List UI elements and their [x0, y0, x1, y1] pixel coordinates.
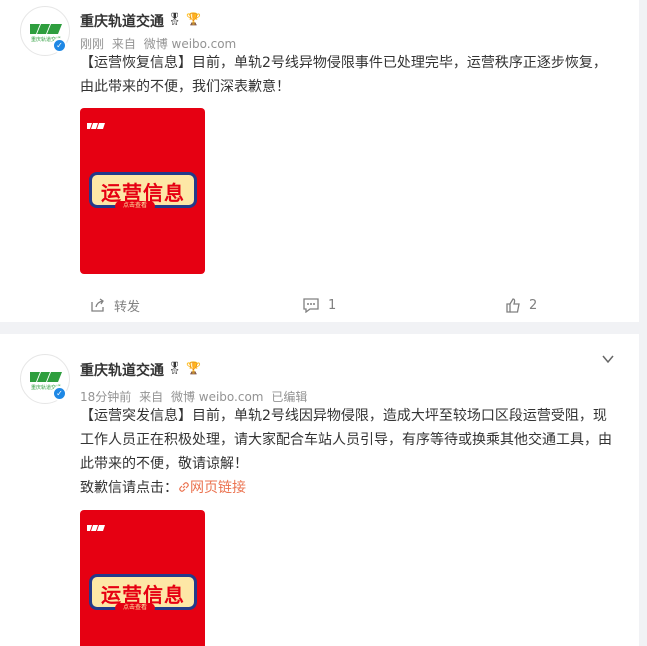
- comment-icon: [303, 298, 319, 313]
- fan-badge-icon[interactable]: 🏆: [186, 361, 201, 375]
- edited-label[interactable]: 已编辑: [271, 390, 307, 404]
- fan-badge-icon[interactable]: 🏆: [186, 12, 201, 26]
- web-link[interactable]: 网页链接: [178, 480, 246, 496]
- post-source[interactable]: 微博 weibo.com: [171, 390, 264, 404]
- post-text: 【运营恢复信息】目前，单轨2号线异物侵限事件已处理完毕，运营秩序正逐步恢复，由此…: [80, 55, 607, 95]
- link-icon: [179, 482, 189, 492]
- source-prefix: 来自: [111, 37, 136, 51]
- post-meta: 18分钟前 来自 微博 weibo.com 已编辑: [80, 388, 311, 405]
- verified-badge-icon: ✓: [52, 38, 67, 53]
- repost-icon: [91, 298, 104, 312]
- feed-card-1: 重庆轨道交通 ✓ 重庆轨道交通 🎖 🏆 刚刚 来自 微博 weibo.com 【…: [0, 0, 639, 322]
- source-prefix: 来自: [139, 390, 164, 404]
- verified-badge-icon: ✓: [52, 386, 67, 401]
- comment-count: 1: [328, 297, 337, 313]
- author-name[interactable]: 重庆轨道交通: [80, 11, 164, 31]
- author-name[interactable]: 重庆轨道交通: [80, 360, 164, 380]
- link-prefix: 致歉信请点击：: [80, 480, 178, 496]
- post-image[interactable]: 运营信息 点击查看: [80, 510, 205, 646]
- repost-label: 转发: [114, 299, 141, 315]
- like-count: 2: [529, 297, 538, 313]
- chevron-down-icon[interactable]: [601, 352, 615, 366]
- vip-badge-icon[interactable]: 🎖: [167, 361, 182, 375]
- post-text: 【运营突发信息】目前，单轨2号线因异物侵限，造成大坪至较场口区段运营受阻，现 工…: [80, 404, 620, 500]
- post-text-line: 【运营突发信息】目前，单轨2号线因异物侵限，造成大坪至较场口区段运营受阻，现: [80, 408, 607, 424]
- image-tag: 点击查看: [115, 201, 155, 211]
- post-source[interactable]: 微博 weibo.com: [144, 37, 237, 51]
- image-tag: 点击查看: [115, 603, 155, 613]
- post-text-line: 工作人员正在积极处理，请大家配合车站人员引导，有序等待或换乘其他交通工具，由: [80, 432, 612, 448]
- post-time[interactable]: 18分钟前: [80, 390, 131, 404]
- post-meta: 刚刚 来自 微博 weibo.com: [80, 35, 240, 52]
- web-link-label: 网页链接: [190, 480, 246, 496]
- like-button[interactable]: 2: [505, 294, 537, 316]
- repost-button[interactable]: 转发: [90, 294, 140, 316]
- like-icon: [506, 298, 520, 313]
- post-text-line: 此带来的不便，敬请谅解！: [80, 456, 248, 472]
- action-bar: 转发 1 2: [0, 294, 639, 318]
- post-time[interactable]: 刚刚: [80, 37, 104, 51]
- feed-card-2: 重庆轨道交通 ✓ 重庆轨道交通 🎖 🏆 18分钟前 来自 微博 weibo.co…: [0, 334, 639, 646]
- comment-button[interactable]: 1: [302, 294, 336, 316]
- image-logo: [87, 525, 105, 531]
- apology-line: 致歉信请点击： 网页链接: [80, 476, 620, 500]
- post-image[interactable]: 运营信息 点击查看: [80, 108, 205, 274]
- image-logo: [87, 123, 105, 129]
- vip-badge-icon[interactable]: 🎖: [167, 12, 182, 26]
